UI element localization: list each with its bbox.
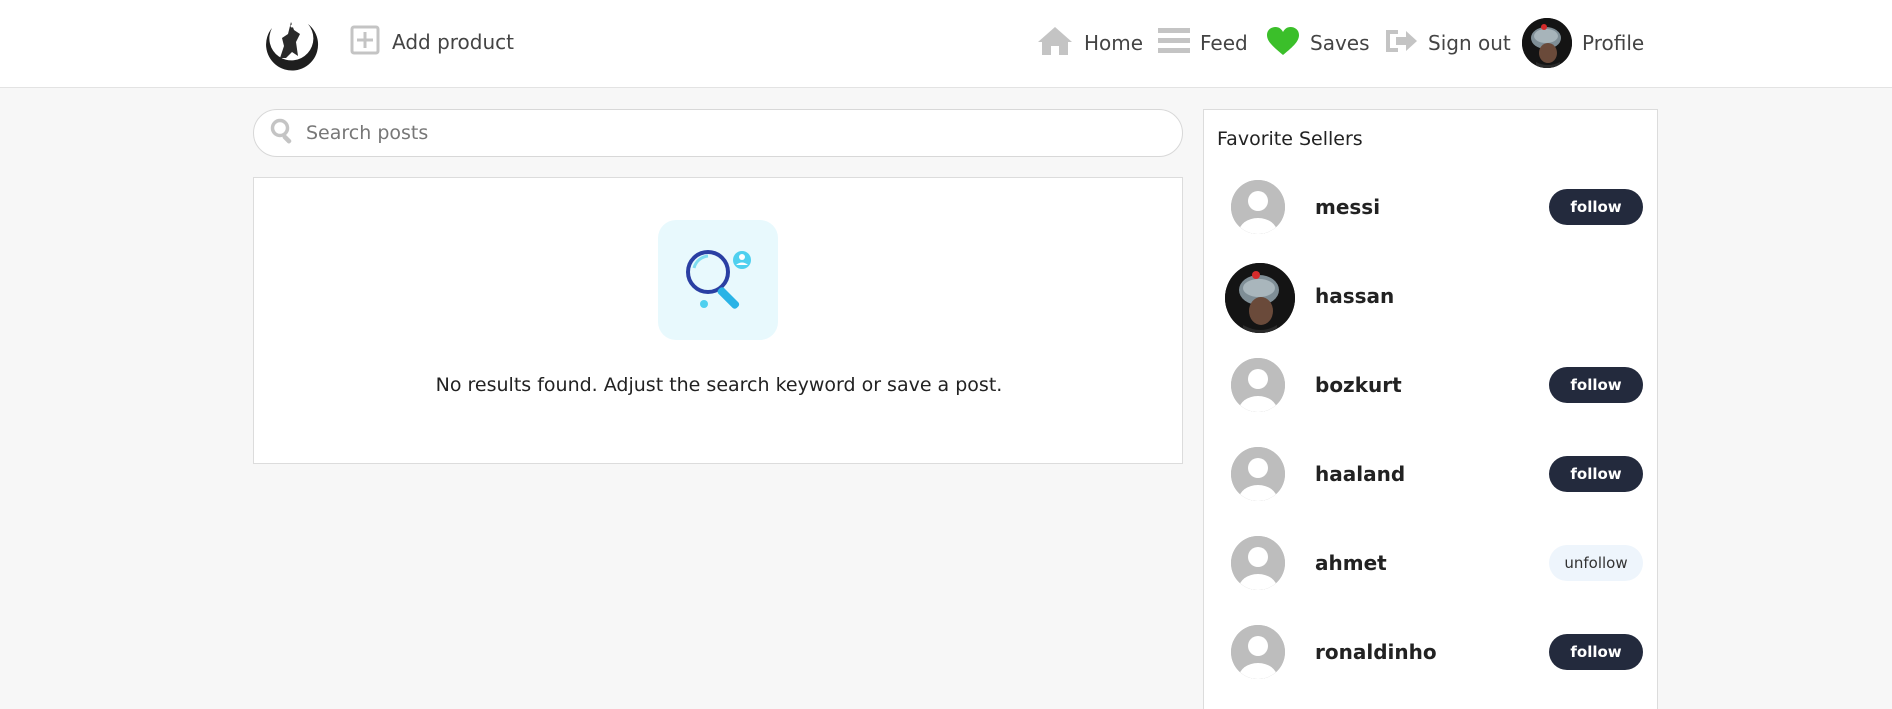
follow-button[interactable]: follow	[1549, 456, 1643, 492]
sidebar-title: Favorite Sellers	[1217, 128, 1363, 150]
profile-avatar	[1522, 18, 1572, 68]
seller-row: haaland follow	[1204, 437, 1659, 517]
seller-row: bozkurt follow	[1204, 348, 1659, 428]
unfollow-button[interactable]: unfollow	[1549, 545, 1643, 581]
seller-name[interactable]: ronaldinho	[1315, 640, 1437, 664]
search-input[interactable]	[306, 122, 1166, 144]
feed-icon	[1158, 26, 1190, 61]
seller-name[interactable]: ahmet	[1315, 551, 1387, 575]
default-avatar-icon[interactable]	[1231, 447, 1285, 501]
search-bar	[253, 109, 1183, 157]
follow-button[interactable]: follow	[1549, 189, 1643, 225]
default-avatar-icon[interactable]	[1231, 625, 1285, 679]
seller-name[interactable]: messi	[1315, 195, 1380, 219]
top-navbar: Add product Home Feed Saves Sign out Pro…	[0, 0, 1892, 88]
nav-home[interactable]: Home	[1036, 18, 1143, 68]
nav-feed[interactable]: Feed	[1158, 18, 1248, 68]
follow-button[interactable]: follow	[1549, 367, 1643, 403]
nav-signout[interactable]: Sign out	[1384, 18, 1511, 68]
empty-results-message: No results found. Adjust the search keyw…	[435, 374, 1003, 396]
default-avatar-icon[interactable]	[1231, 358, 1285, 412]
heart-icon	[1266, 26, 1300, 61]
results-panel: No results found. Adjust the search keyw…	[253, 177, 1183, 464]
wolf-moon-logo-icon[interactable]	[258, 12, 320, 74]
sign-out-icon	[1384, 26, 1418, 61]
seller-row: messi follow	[1204, 170, 1659, 250]
add-product-label: Add product	[392, 30, 515, 54]
plus-square-icon	[350, 25, 380, 60]
seller-row: ronaldinho follow	[1204, 615, 1659, 695]
seller-photo-avatar[interactable]	[1225, 263, 1295, 333]
nav-saves-label: Saves	[1310, 31, 1370, 55]
favorite-sellers-panel: Favorite Sellers messi follow hassan boz…	[1203, 109, 1658, 709]
seller-name[interactable]: bozkurt	[1315, 373, 1402, 397]
nav-profile-label: Profile	[1582, 31, 1645, 55]
seller-name[interactable]: haaland	[1315, 462, 1405, 486]
seller-row: hassan	[1204, 259, 1659, 339]
nav-profile[interactable]: Profile	[1522, 18, 1644, 68]
nav-feed-label: Feed	[1200, 31, 1248, 55]
default-avatar-icon[interactable]	[1231, 536, 1285, 590]
default-avatar-icon[interactable]	[1231, 180, 1285, 234]
nav-saves[interactable]: Saves	[1266, 18, 1370, 68]
follow-button[interactable]: follow	[1549, 634, 1643, 670]
add-product-button[interactable]: Add product	[350, 25, 515, 60]
nav-signout-label: Sign out	[1428, 31, 1511, 55]
seller-row: ahmet unfollow	[1204, 526, 1659, 606]
magnifier-search-icon	[658, 220, 778, 340]
search-icon	[270, 118, 296, 148]
seller-name[interactable]: hassan	[1315, 284, 1394, 308]
home-icon	[1036, 25, 1074, 62]
nav-home-label: Home	[1084, 31, 1144, 55]
